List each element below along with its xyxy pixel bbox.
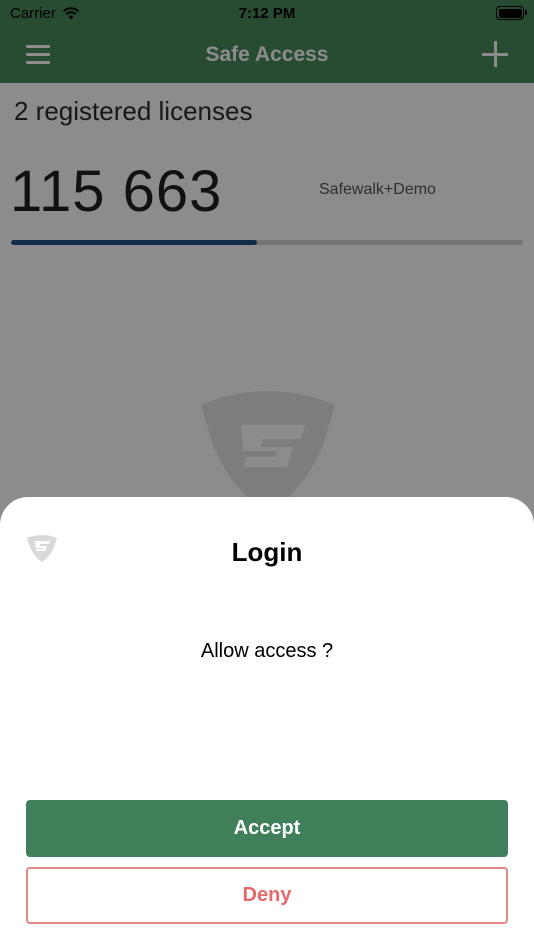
dialog-title: Login xyxy=(231,537,303,567)
dialog-message: Allow access ? xyxy=(200,640,334,662)
login-dialog: Login Allow access ? Accept Deny xyxy=(0,497,534,950)
accept-button[interactable]: Accept xyxy=(26,800,508,857)
deny-button[interactable]: Deny xyxy=(26,867,508,924)
